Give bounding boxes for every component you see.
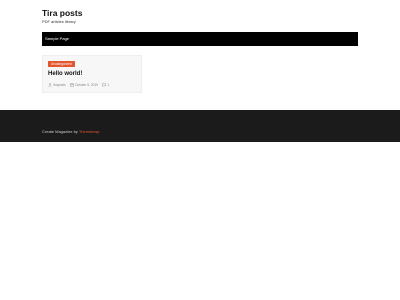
post-date: October 5, 2019 xyxy=(69,82,98,88)
post-meta: tiraposts October 5, 2019 1 xyxy=(48,82,113,88)
main-navigation: Sample Page xyxy=(42,32,358,46)
site-footer: Create Magazine by Themeinwp xyxy=(0,110,400,142)
comment-icon xyxy=(102,83,106,87)
footer-credit-text: Create Magazine by xyxy=(42,129,78,134)
site-title-link[interactable]: Tira posts xyxy=(42,8,82,18)
post-title-link[interactable]: Hello world! xyxy=(48,70,82,78)
user-icon xyxy=(48,83,52,87)
post-date-link[interactable]: October 5, 2019 xyxy=(75,82,98,88)
post-author: tiraposts xyxy=(48,82,66,88)
post-comments: 1 xyxy=(102,82,109,88)
site-tagline: PDF articles library xyxy=(42,19,76,24)
category-badge[interactable]: Uncategorized xyxy=(48,61,75,67)
footer-theme-link[interactable]: Themeinwp xyxy=(79,129,100,134)
post-comments-link[interactable]: 1 xyxy=(107,82,109,88)
footer-credit: Create Magazine by Themeinwp xyxy=(42,110,100,154)
page: Tira posts PDF articles library Sample P… xyxy=(0,0,400,300)
nav-item-sample-page[interactable]: Sample Page xyxy=(45,32,69,46)
site-header: Tira posts PDF articles library xyxy=(42,8,82,25)
post-card: Uncategorized Hello world! tiraposts Oct… xyxy=(42,55,142,93)
post-author-link[interactable]: tiraposts xyxy=(54,82,66,88)
calendar-icon xyxy=(69,83,74,87)
